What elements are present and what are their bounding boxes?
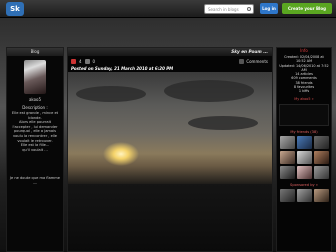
description-text: Elle est grande , mince et blonde. Alors… <box>7 110 63 153</box>
avatar[interactable] <box>24 60 46 94</box>
friend-thumb[interactable] <box>279 150 295 164</box>
sponsor-thumb[interactable] <box>279 188 295 202</box>
friend-thumb[interactable] <box>296 150 312 164</box>
comments-label: Comments <box>246 58 268 64</box>
friend-thumb[interactable] <box>313 135 329 149</box>
sidebar-header: Blog <box>7 48 63 56</box>
friends-title[interactable]: My friends (38) <box>277 130 331 134</box>
top-bar: Sk Search in blogs Log in Create your Bl… <box>0 0 336 18</box>
create-blog-button[interactable]: Create your Blog <box>282 3 332 14</box>
description-line: qu'il voulait ... <box>22 147 48 152</box>
cloud <box>76 86 146 102</box>
post-panel: Sky en Poum ... 4 0 Comments Posted on S… <box>67 47 273 252</box>
post-date: Posted on Sunday, 21 March 2010 at 6:20 … <box>71 66 174 71</box>
cloud <box>188 116 258 130</box>
like-icon[interactable] <box>84 58 90 64</box>
skyrock-logo[interactable]: Sk <box>6 2 24 16</box>
comment-icon <box>239 58 245 64</box>
ad-slot <box>279 103 329 126</box>
friend-thumb[interactable] <box>279 165 295 179</box>
friend-thumb[interactable] <box>279 135 295 149</box>
friend-thumb[interactable] <box>313 150 329 164</box>
post-photo[interactable] <box>68 72 272 251</box>
search-placeholder: Search in blogs <box>208 7 239 12</box>
sponsor-thumb[interactable] <box>313 188 329 202</box>
post-title[interactable]: Sky en Poum ... <box>231 49 268 54</box>
post-header: Sky en Poum ... <box>68 48 272 56</box>
info-list: Created: 02/04/2008 at 10:52 AM Updated:… <box>277 54 331 95</box>
friend-thumb[interactable] <box>296 135 312 149</box>
photo-ground <box>68 184 272 251</box>
description-text-2: Je ne doute que ma flamme .... <box>7 175 63 186</box>
login-button[interactable]: Log in <box>260 3 278 14</box>
search-icon[interactable] <box>247 7 251 11</box>
sponsor-title[interactable]: Sponsored by » <box>277 183 331 187</box>
info-line: Created: 02/04/2008 at 10:52 AM <box>284 55 324 64</box>
description-line: .... <box>32 180 38 185</box>
profile-link[interactable]: My akoo5 » <box>277 97 331 101</box>
likes-count: 0 <box>92 58 96 64</box>
description-line: voulu la rencontrer , elle <box>12 133 58 138</box>
username[interactable]: akoo5 <box>7 97 63 102</box>
friend-thumb[interactable] <box>296 165 312 179</box>
description-line: Elle est grande , mince et <box>11 111 59 115</box>
left-sidebar: Blog akoo5 Description : Elle est grande… <box>6 47 64 252</box>
comments-link[interactable]: Comments <box>239 58 268 64</box>
views-icon <box>71 58 76 64</box>
search-input[interactable]: Search in blogs <box>204 4 254 14</box>
info-line: Updated: 14/06/2010 at 7:52 AM <box>279 63 329 72</box>
friend-thumb[interactable] <box>313 165 329 179</box>
right-sidebar: Info Created: 02/04/2008 at 10:52 AM Upd… <box>276 47 332 252</box>
info-line: 1 kiffs <box>298 89 310 94</box>
friends-grid <box>277 135 331 179</box>
cloud <box>164 80 254 102</box>
sponsor-grid <box>277 188 331 202</box>
sponsor-thumb[interactable] <box>296 188 312 202</box>
post-meta: 4 0 Comments <box>68 56 272 66</box>
views-count: 4 <box>79 58 82 64</box>
